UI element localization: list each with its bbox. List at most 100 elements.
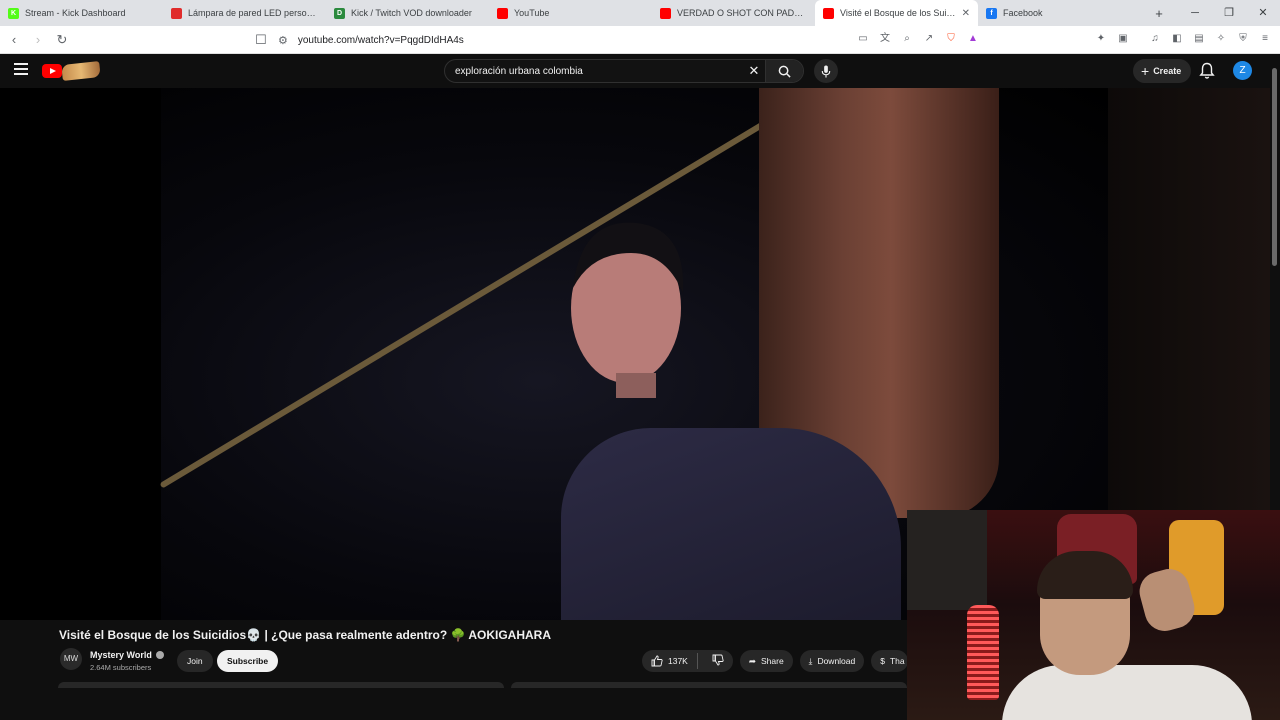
cast-icon[interactable]: ▭ [856,32,870,46]
channel-name[interactable]: Mystery World [90,650,152,660]
brave-shield-icon[interactable]: ⛉ [944,32,958,46]
close-tab-icon[interactable]: ✕ [962,8,970,19]
tab-title: VERDAD O SHOT CON PADRES PARTE [677,8,807,18]
bookmark-icon[interactable]: ☐ [251,32,271,48]
close-window-icon[interactable]: ✕ [1246,0,1280,26]
translate-icon[interactable]: 文 [878,32,892,46]
video-title: Visité el Bosque de los Suicidios💀 | ¿Qu… [59,628,552,642]
tab-title: Facebook [1003,8,1043,18]
browser-tab[interactable]: f Facebook [978,0,1141,26]
tab-title: Lámpara de pared LED personalizada [188,8,318,18]
site-info-icon[interactable]: ⚙ [278,34,288,47]
maximize-icon[interactable]: ❐ [1212,0,1246,26]
webcam-streamer-hair [1037,551,1133,599]
search-button[interactable] [765,60,803,82]
tab-title: YouTube [514,8,550,18]
sidebar-icon[interactable]: ◧ [1170,32,1184,46]
brave-rewards-icon[interactable]: ▲ [966,32,980,46]
youtube-masthead: exploración urbana colombia ✕ + Create Z [0,54,1270,88]
minimize-icon[interactable]: ─ [1178,0,1212,26]
tab-favicon-icon: D [334,7,345,19]
webcam-microphone [967,605,999,700]
account-avatar[interactable]: Z [1233,61,1252,80]
video-person-head [571,222,684,398]
create-label: Create [1153,66,1182,76]
webcam-overlay [907,510,1280,720]
back-icon[interactable]: ‹ [4,32,24,47]
video-person-jacket [561,428,901,620]
menu-icon[interactable]: ≡ [1258,32,1272,46]
forward-icon[interactable]: › [28,32,48,47]
search-input[interactable]: exploración urbana colombia [445,66,743,77]
url-text: youtube.com/watch?v=PqgdDIdHA4s [297,34,464,46]
browser-tab[interactable]: Lámpara de pared LED personalizada [163,0,326,26]
new-tab-button[interactable]: + [1147,6,1171,21]
tab-favicon-icon [171,7,182,19]
youtube-logo[interactable] [42,64,62,78]
zoom-icon[interactable]: ⌕ [900,32,914,46]
scrollbar-thumb[interactable] [1272,68,1277,266]
screenshot-icon[interactable]: ▣ [1116,32,1130,46]
thumbs-up-icon [651,655,663,667]
tab-list: K Stream - Kick Dashboard Lámpara de pared… [0,0,1141,26]
webcam-streamer-shirt [1002,665,1252,720]
extensions-icon[interactable]: ✦ [1094,32,1108,46]
subscriber-count: 2.64M subscribers [90,663,152,672]
verified-badge-icon [155,651,164,659]
browser-tab[interactable]: K Stream - Kick Dashboard [0,0,163,26]
clear-search-icon[interactable]: ✕ [743,63,765,79]
video-actions: 137K ➦ Share ⤓ Download $ Tha [642,650,908,672]
like-button[interactable]: 137K [651,653,698,669]
tab-favicon-icon [823,7,834,19]
tab-favicon-icon [660,7,671,19]
download-button[interactable]: ⤓ Download [799,650,865,672]
browser-tab[interactable]: YouTube [489,0,652,26]
like-count: 137K [668,656,688,666]
plus-icon: + [1141,63,1150,79]
search-box[interactable]: exploración urbana colombia ✕ [444,59,804,83]
thanks-label: Tha [889,656,905,666]
browser-tab-strip: K Stream - Kick Dashboard Lámpara de pared… [0,0,1280,26]
leo-icon[interactable]: ✧ [1214,32,1228,46]
tab-title: Kick / Twitch VOD downloader [351,8,472,18]
voice-search-button[interactable] [814,59,838,83]
thanks-icon: $ [880,656,885,666]
notifications-bell-icon[interactable] [1199,62,1215,80]
webcam-streamer [1002,551,1252,720]
channel-name-row[interactable]: Mystery World [90,650,164,660]
tab-favicon-icon [497,7,508,19]
browser-tab[interactable]: D Kick / Twitch VOD downloader [326,0,489,26]
window-controls: ─ ❐ ✕ [1178,0,1280,26]
media-icon[interactable]: ♫ [1148,32,1162,46]
dislike-button[interactable] [703,654,724,668]
description-card-edge[interactable] [58,682,504,688]
guide-menu-icon[interactable] [14,63,28,75]
tab-favicon-icon: K [8,7,19,19]
video-person [561,208,901,620]
browser-extensions: ✦ ▣ ♫ ◧ ▤ ✧ ⛨ ≡ [1094,32,1272,46]
share-page-icon[interactable]: ↗ [922,32,936,46]
wallet-icon[interactable]: ▤ [1192,32,1206,46]
tab-title: Visité el Bosque de los Suicidios [840,8,956,18]
vpn-icon[interactable]: ⛨ [1236,32,1250,46]
create-button[interactable]: + Create [1133,59,1192,83]
search-icon [778,65,791,78]
webcam-streamer-hand [1135,564,1199,636]
join-button[interactable]: Join [177,650,213,672]
browser-tab-active[interactable]: Visité el Bosque de los Suicidios ✕ [815,0,978,26]
channel-avatar[interactable]: MW [60,648,82,670]
share-button[interactable]: ➦ Share [739,650,793,672]
subscribe-button[interactable]: Subscribe [217,650,279,672]
share-icon: ➦ [748,655,756,666]
thumbs-down-icon [712,654,724,666]
comments-card-edge[interactable] [511,682,907,688]
download-icon: ⤓ [808,655,813,666]
browser-tab[interactable]: VERDAD O SHOT CON PADRES PARTE [652,0,815,26]
tab-title: Stream - Kick Dashboard [25,8,126,18]
webcam-background-shelf [907,510,987,610]
youtube-doodle-logo[interactable] [61,61,101,81]
thanks-button[interactable]: $ Tha [871,650,908,672]
address-bar-actions: ▭ 文 ⌕ ↗ ⛉ ▲ [856,32,980,46]
reload-icon[interactable]: ↻ [52,32,72,48]
share-label: Share [760,656,784,666]
